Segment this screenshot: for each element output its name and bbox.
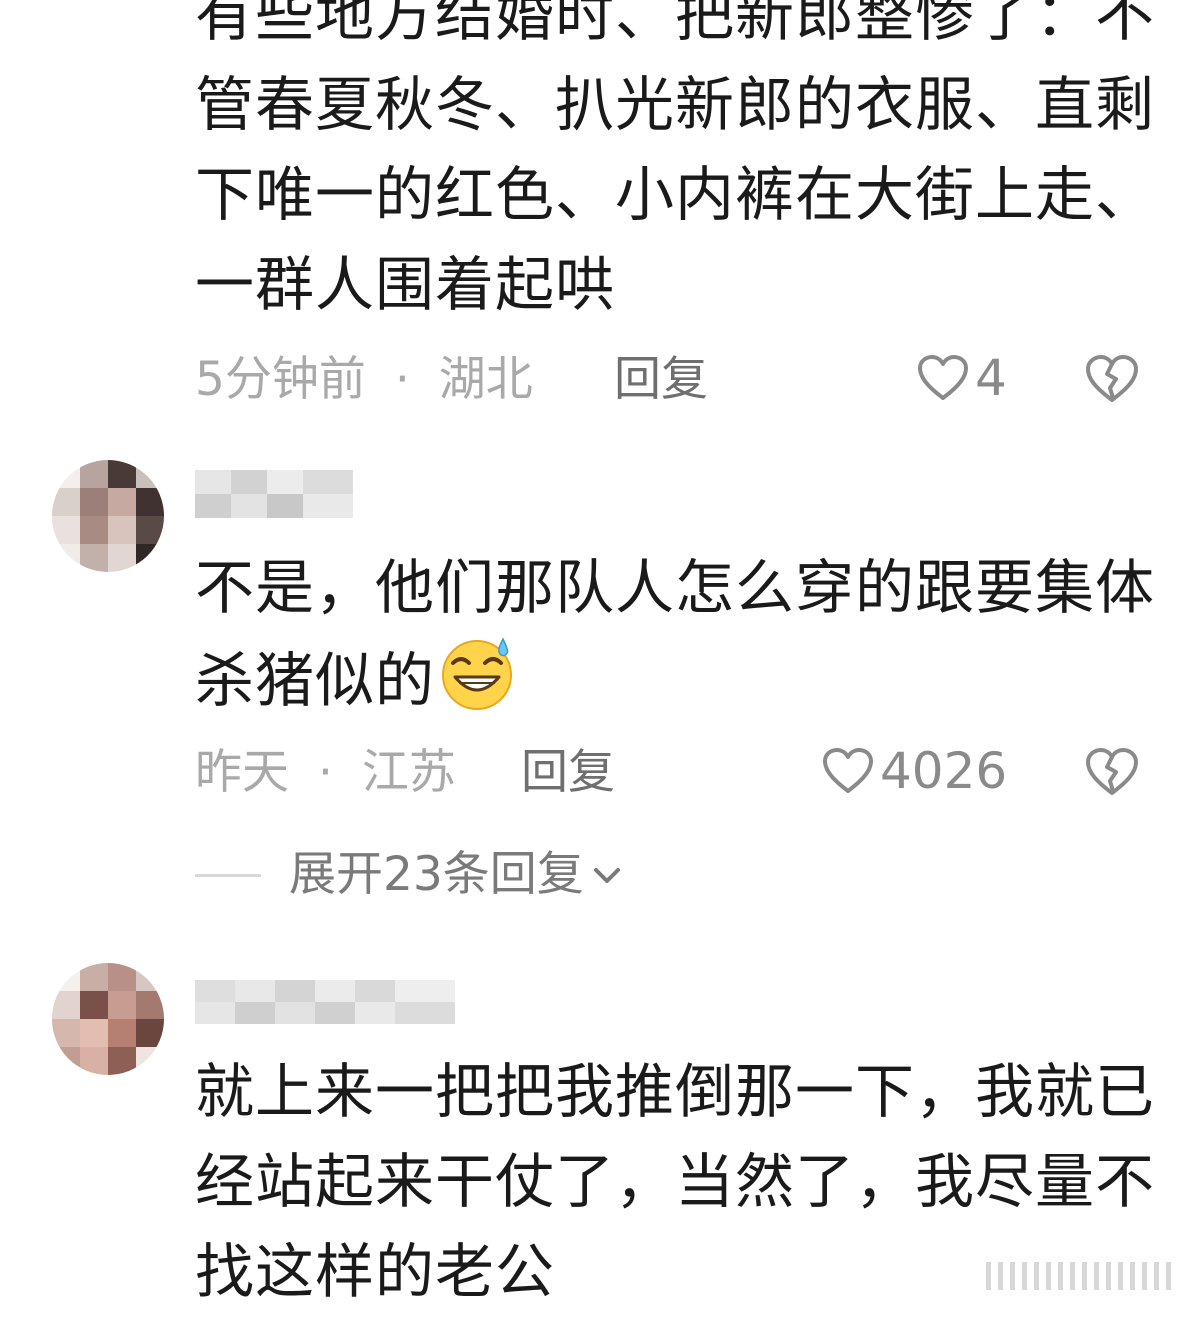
- watermark-bar: [1142, 1262, 1147, 1290]
- heart-outline-icon: [918, 355, 968, 400]
- pixelated-username: [195, 980, 455, 1024]
- watermark-bar: [986, 1262, 991, 1290]
- comment-2-reply-button[interactable]: 回复: [521, 743, 615, 803]
- comment-2-location: 江苏: [361, 745, 456, 800]
- meta-separator: ·: [394, 352, 410, 407]
- chevron-down-icon: [593, 868, 620, 883]
- comment-1-reply-button[interactable]: 回复: [614, 350, 708, 410]
- comment-2-text-wrap: 不是，他们那队人怎么穿的跟要集体杀猪似的: [195, 543, 1165, 726]
- comment-1-like-button[interactable]: 4: [917, 348, 1007, 408]
- comment-2-like-count: 4026: [880, 742, 1008, 800]
- avatar[interactable]: [52, 963, 164, 1075]
- watermark-bar: [1094, 1262, 1099, 1290]
- watermark-bar: [1034, 1262, 1039, 1290]
- watermark-bar: [1058, 1262, 1063, 1290]
- watermark: [986, 1261, 1178, 1291]
- watermark-bar: [1022, 1262, 1027, 1290]
- watermark-bar: [1082, 1262, 1087, 1290]
- pixelated-avatar-image: [52, 460, 164, 572]
- watermark-bar: [1130, 1262, 1135, 1290]
- sweat-grin-emoji: [442, 637, 513, 710]
- username-blurred[interactable]: [195, 460, 365, 528]
- username-blurred[interactable]: [195, 968, 465, 1036]
- meta-separator: ·: [317, 745, 333, 800]
- heart-outline-icon: [823, 748, 873, 793]
- watermark-bar: [1010, 1262, 1015, 1290]
- pixelated-username: [195, 470, 353, 518]
- comment-1-like-count: 4: [975, 349, 1007, 407]
- watermark-bar: [998, 1262, 1003, 1290]
- broken-heart-icon[interactable]: [1085, 745, 1139, 799]
- expand-replies-button[interactable]: 展开23条回复: [195, 845, 624, 905]
- watermark-bar: [1166, 1262, 1171, 1290]
- avatar[interactable]: [52, 460, 164, 572]
- pixelated-avatar-image: [52, 963, 164, 1075]
- comment-1-time: 5分钟前: [195, 352, 366, 407]
- watermark-bar: [1118, 1262, 1123, 1290]
- comment-2-like-button[interactable]: 4026: [822, 741, 1007, 801]
- broken-heart-icon[interactable]: [1085, 352, 1139, 406]
- watermark-bar: [1154, 1262, 1159, 1290]
- comment-2-text: 不是，他们那队人怎么穿的跟要集体杀猪似的: [195, 553, 1156, 715]
- expand-divider: [195, 873, 261, 877]
- watermark-bar: [1070, 1262, 1075, 1290]
- comment-2-meta: 昨天 · 江苏: [195, 743, 456, 803]
- comment-1-meta: 5分钟前 · 湖北: [195, 350, 533, 410]
- comment-1-text: 有些地方结婚时、把新郎整惨了：不管春夏秋冬、扒光新郎的衣服、直剩下唯一的红色、小…: [195, 0, 1156, 319]
- comment-2-time: 昨天: [195, 745, 289, 800]
- watermark-bar: [1046, 1262, 1051, 1290]
- comment-1-location: 湖北: [438, 352, 533, 407]
- watermark-bar: [1106, 1262, 1111, 1290]
- expand-replies-label: 展开23条回复: [289, 847, 584, 902]
